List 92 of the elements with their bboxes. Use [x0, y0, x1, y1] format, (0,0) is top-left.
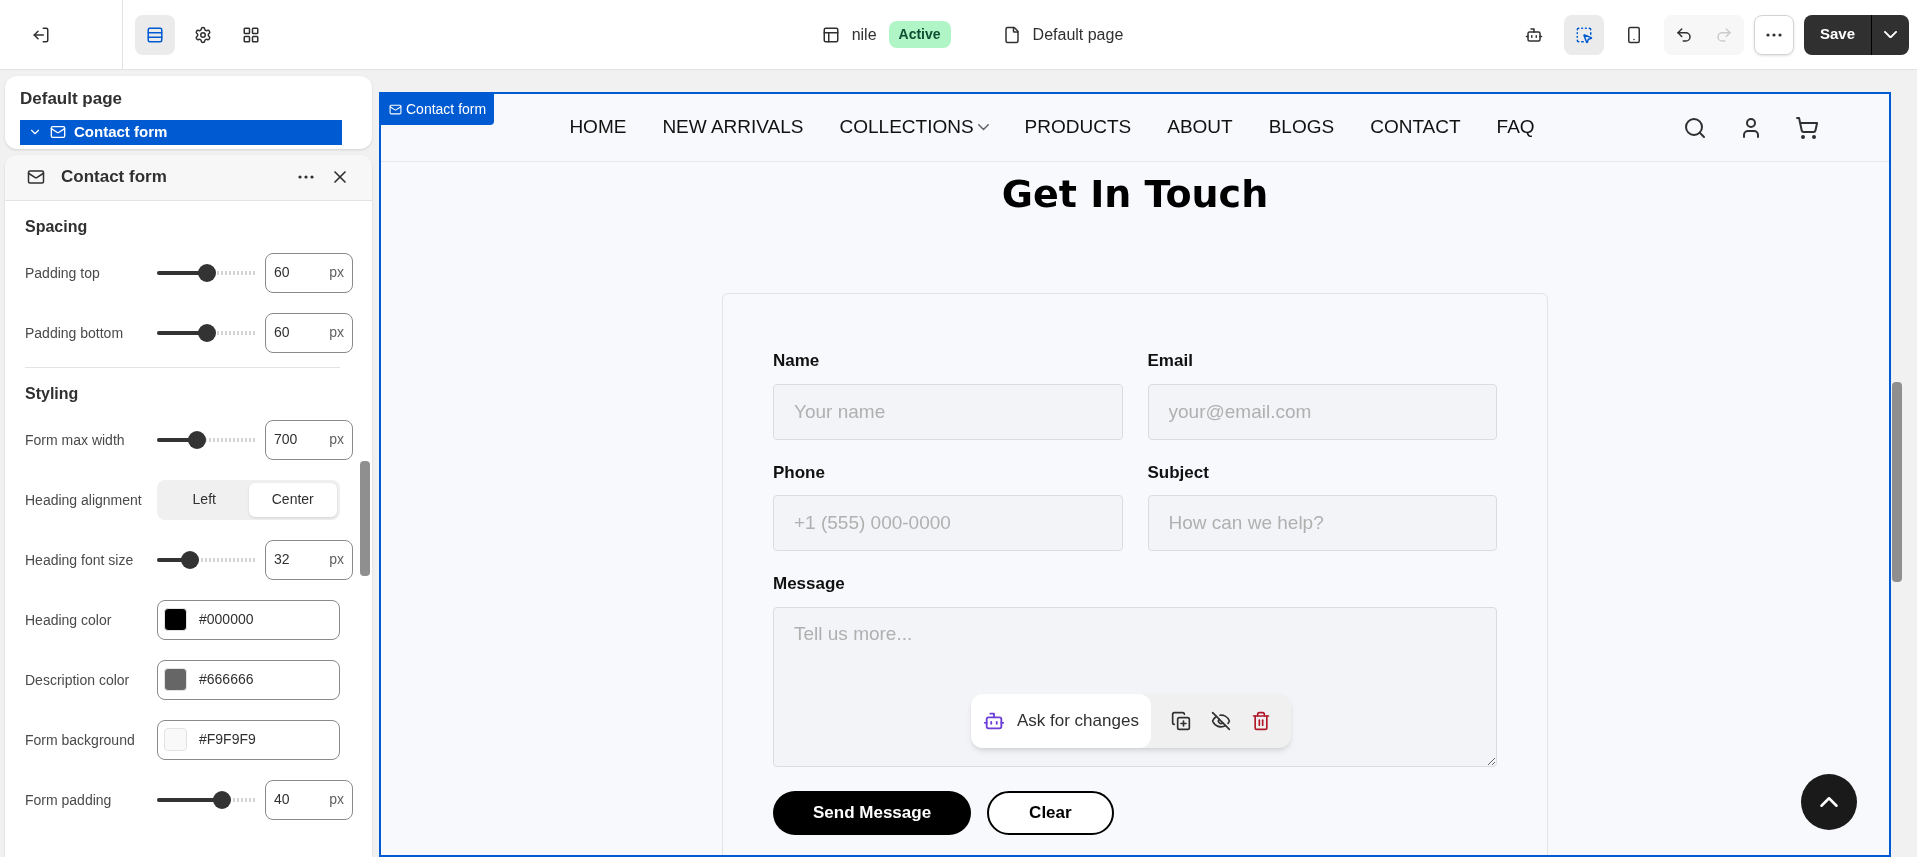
unit-label: px [329, 263, 344, 282]
number-field[interactable]: 60 px [265, 252, 353, 293]
color-field[interactable]: #000000 [157, 599, 340, 640]
text-field[interactable]: How can we help? [1147, 495, 1497, 551]
nav-link[interactable]: HOME [569, 113, 627, 142]
field-label: Email [1147, 350, 1194, 372]
number-field[interactable]: 40 px [265, 779, 353, 820]
layout-icon [821, 25, 840, 44]
field-label: Name [773, 350, 821, 372]
nav-link[interactable]: COLLECTIONS [839, 113, 989, 142]
field-value: 700 [274, 430, 298, 449]
number-field[interactable]: 32 px [265, 539, 353, 580]
page-heading: Get In Touch [1001, 171, 1269, 218]
more-icon [298, 175, 314, 179]
robot-icon [1524, 25, 1543, 44]
text-field[interactable]: your@email.com [1147, 383, 1497, 440]
nav-link[interactable]: CONTACT [1370, 113, 1461, 142]
status-badge: Active [888, 21, 951, 48]
field-label: Subject [1147, 461, 1210, 484]
chevron-down-icon [977, 124, 989, 131]
color-value: #666666 [199, 670, 254, 689]
mail-icon [389, 103, 402, 116]
settings-icon [194, 25, 212, 44]
field-value: 60 [274, 263, 290, 282]
number-field[interactable]: 60 px [265, 312, 353, 353]
slider-thumb[interactable] [198, 323, 216, 342]
slider-thumb[interactable] [198, 263, 216, 282]
setting-label: Form background [25, 730, 136, 750]
field-label: Phone [773, 461, 826, 484]
color-value: #F9F9F9 [199, 730, 256, 749]
unit-label: px [329, 323, 344, 342]
section-tag[interactable]: Contact form [381, 94, 495, 125]
send-button[interactable]: Send Message [773, 790, 972, 835]
page-name: Default page [1032, 24, 1124, 45]
field-label: Message [773, 573, 846, 595]
alignment-option[interactable]: Center [248, 482, 337, 517]
section-heading: Spacing [25, 216, 89, 237]
clear-button[interactable]: Clear [987, 790, 1114, 835]
search-icon[interactable] [1683, 115, 1707, 140]
setting-label: Form max width [25, 430, 126, 450]
setting-label: Heading alignment [25, 490, 143, 510]
slider-thumb[interactable] [181, 550, 199, 569]
section-heading: Styling [25, 383, 80, 404]
cart-icon[interactable] [1795, 115, 1819, 140]
mail-icon [27, 168, 45, 186]
setting-label: Form padding [25, 790, 113, 810]
color-field[interactable]: #F9F9F9 [157, 719, 340, 760]
panel-title: Contact form [61, 166, 168, 189]
sidebar-tool-button[interactable] [135, 14, 175, 55]
outline-item-label: Contact form [74, 121, 168, 142]
pointer-select-icon [1574, 25, 1593, 44]
delete-icon[interactable] [1250, 711, 1271, 731]
text-field[interactable]: Your name [773, 383, 1123, 440]
slider-thumb[interactable] [188, 430, 206, 449]
sections-icon [146, 25, 164, 44]
outline-item[interactable]: Contact form [20, 119, 342, 145]
field-value: 40 [274, 790, 290, 809]
nav-link[interactable]: PRODUCTS [1024, 113, 1132, 142]
hide-icon[interactable] [1210, 711, 1231, 731]
unit-label: px [329, 790, 344, 809]
setting-label: Heading font size [25, 550, 135, 570]
color-value: #000000 [199, 610, 254, 629]
field-value: 32 [274, 550, 290, 569]
setting-label: Description color [25, 670, 131, 690]
text-field[interactable]: +1 (555) 000-0000 [773, 495, 1123, 551]
unit-label: px [329, 430, 344, 449]
unit-label: px [329, 550, 344, 569]
site-name: nile [851, 24, 877, 45]
slider-thumb[interactable] [213, 790, 231, 809]
nav-link[interactable]: NEW ARRIVALS [662, 113, 804, 142]
field-value: 60 [274, 323, 290, 342]
alignment-option[interactable]: Left [160, 482, 249, 517]
nav-link[interactable]: FAQ [1496, 113, 1535, 142]
undo-icon [1674, 25, 1693, 44]
setting-label: Heading color [25, 610, 113, 630]
nav-link[interactable]: BLOGS [1268, 113, 1335, 142]
color-field[interactable]: #666666 [157, 659, 340, 700]
more-icon [1765, 32, 1782, 37]
robot-icon [983, 710, 1005, 732]
page-icon [1002, 25, 1021, 44]
setting-label: Padding bottom [25, 323, 125, 343]
duplicate-icon[interactable] [1170, 711, 1191, 731]
nav-link[interactable]: ABOUT [1167, 113, 1233, 142]
outline-title: Default page [19, 88, 124, 110]
redo-icon [1714, 25, 1733, 44]
setting-label: Padding top [25, 263, 101, 283]
number-field[interactable]: 700 px [265, 419, 353, 460]
mail-icon [50, 124, 66, 140]
grid-icon [242, 25, 260, 44]
back-to-top-button[interactable] [1801, 774, 1857, 830]
chevron-down-icon [1884, 30, 1897, 39]
ask-for-changes-button[interactable]: Ask for changes [971, 694, 1151, 748]
